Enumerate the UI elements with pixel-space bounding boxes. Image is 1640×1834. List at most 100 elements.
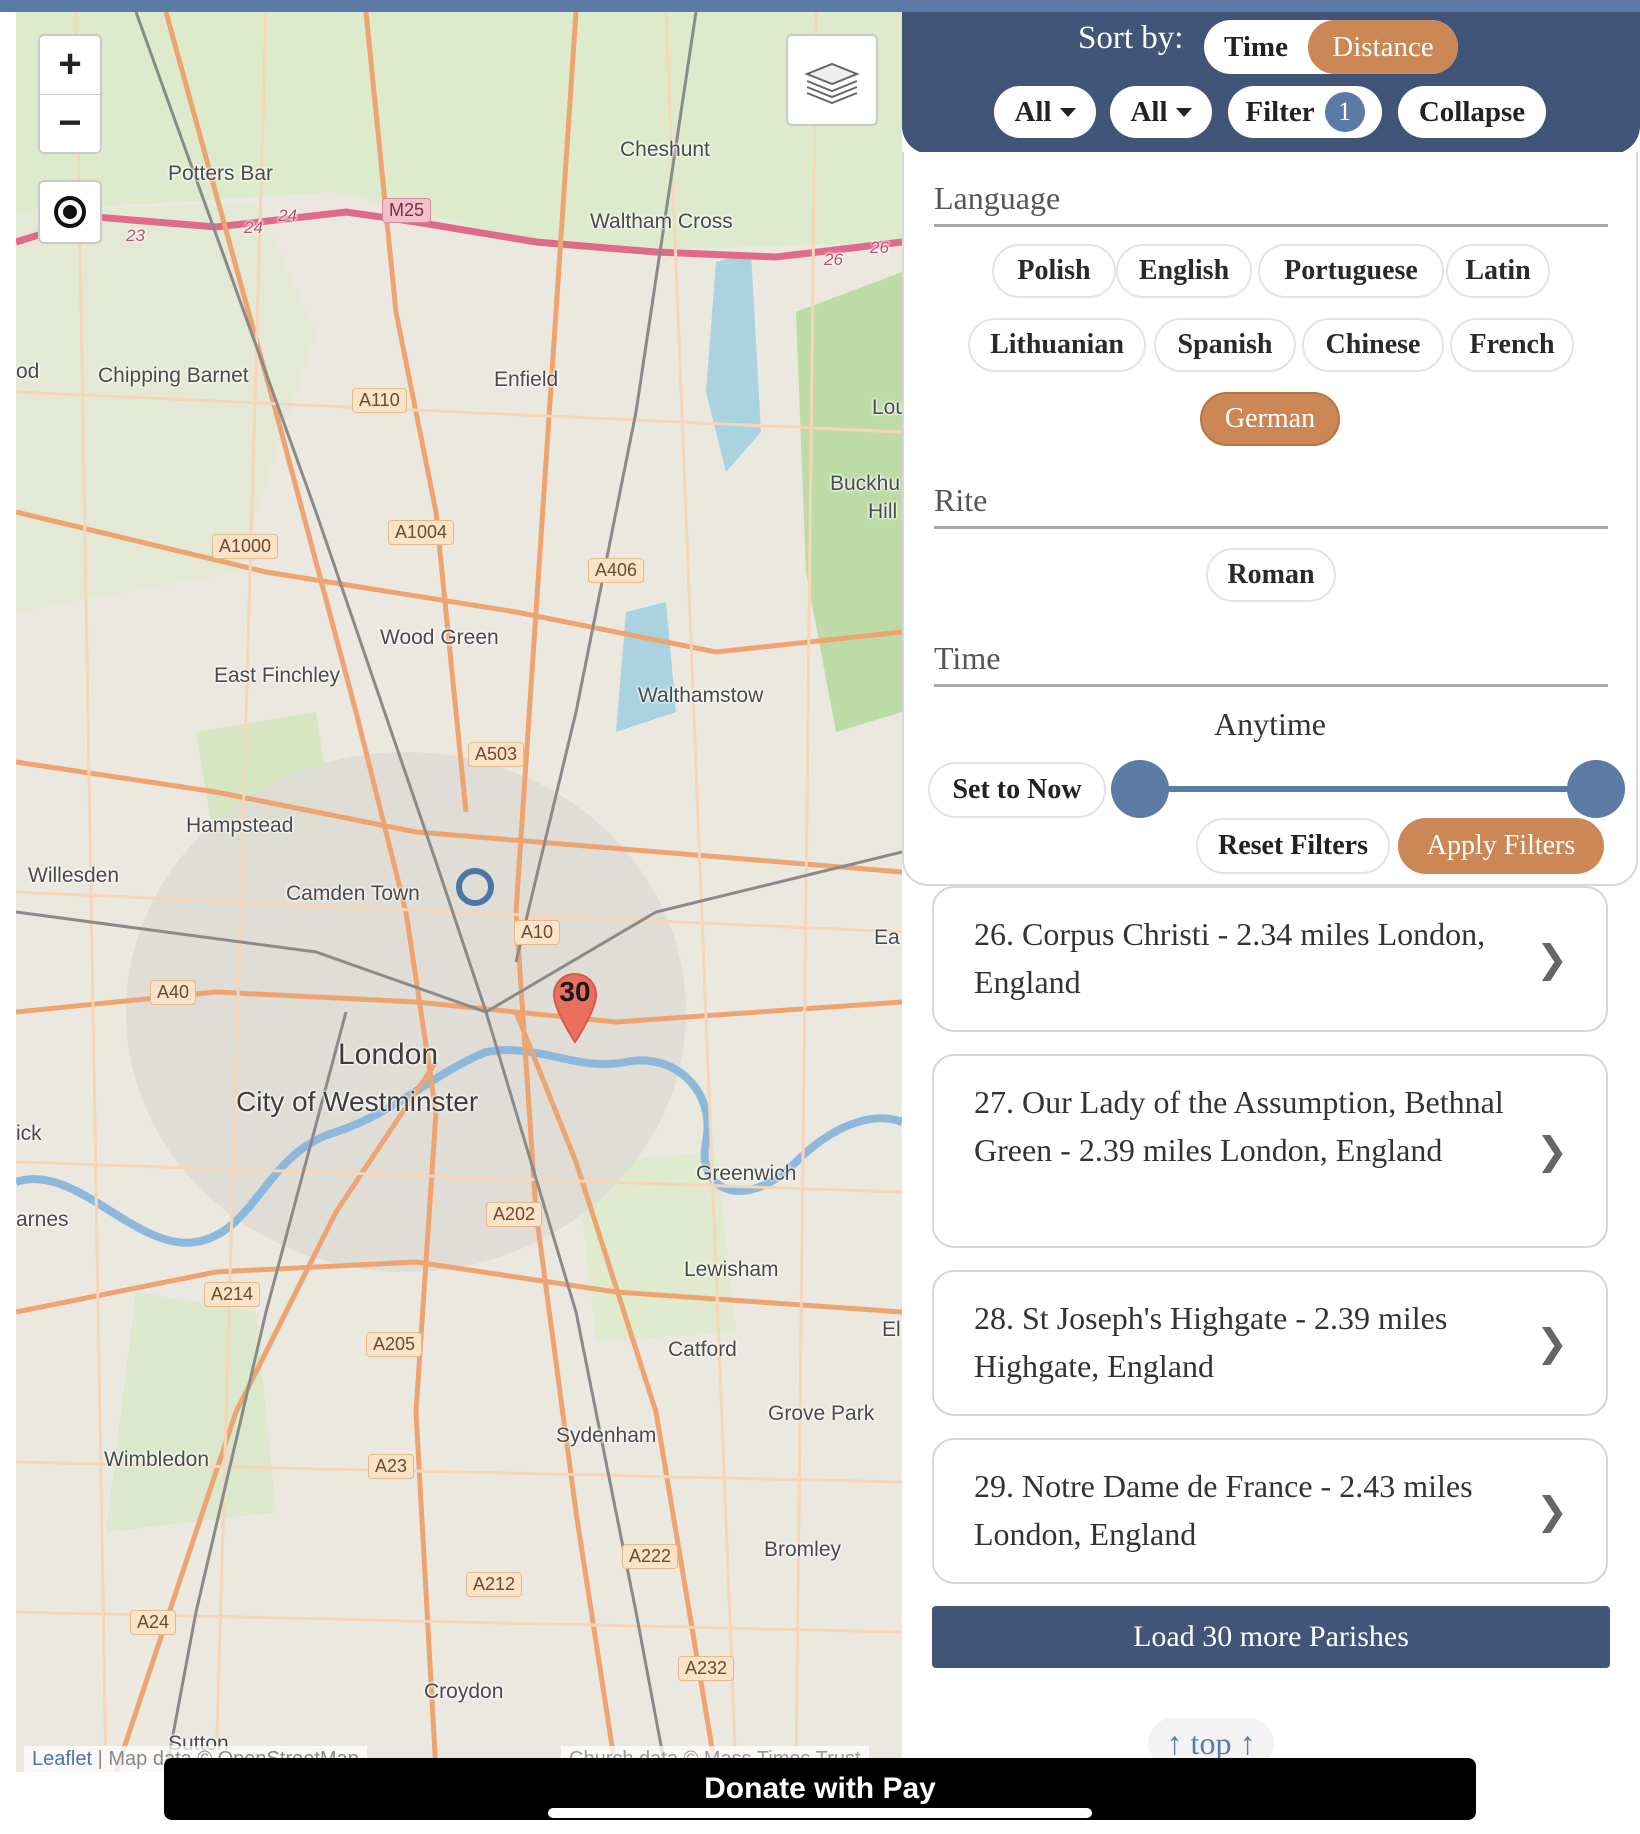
- language-divider: [934, 224, 1608, 227]
- road-shield-a212: A212: [466, 1572, 523, 1597]
- time-section-title: Time: [934, 640, 1001, 676]
- chevron-right-icon: ❯: [1536, 1489, 1568, 1533]
- language-chip-latin[interactable]: Latin: [1446, 244, 1550, 298]
- set-to-now-button[interactable]: Set to Now: [928, 762, 1106, 818]
- map-label-hill: Hill: [868, 500, 898, 523]
- time-slider-end-handle[interactable]: [1567, 760, 1625, 818]
- sort-toggle: Time Distance: [1204, 20, 1458, 74]
- road-shield-a40: A40: [150, 980, 197, 1005]
- map-label-catford: Catford: [668, 1338, 737, 1361]
- map-label-waltham-cross: Waltham Cross: [590, 210, 733, 233]
- type-dropdown[interactable]: All: [1110, 86, 1212, 138]
- map-marker-icon[interactable]: 30: [552, 972, 598, 1044]
- road-shield-a406: A406: [588, 558, 645, 583]
- marker-count: 30: [559, 976, 591, 1007]
- map-label-potters-bar: Potters Bar: [168, 162, 274, 185]
- result-text: 28. St Joseph's Highgate - 2.39 miles Hi…: [974, 1300, 1448, 1384]
- rite-chip-roman[interactable]: Roman: [1206, 548, 1336, 602]
- road-shield-a205: A205: [366, 1332, 423, 1357]
- map-label-willesden: Willesden: [28, 864, 120, 887]
- result-item[interactable]: 27. Our Lady of the Assumption, Bethnal …: [932, 1054, 1608, 1248]
- road-shield-a202: A202: [486, 1202, 543, 1227]
- apply-filters-button[interactable]: Apply Filters: [1398, 818, 1604, 874]
- map-label-lewisham: Lewisham: [684, 1258, 779, 1281]
- leaflet-link[interactable]: Leaflet: [32, 1748, 92, 1770]
- sort-time-button[interactable]: Time: [1204, 20, 1308, 74]
- chevron-down-icon: [1175, 107, 1192, 117]
- result-item[interactable]: 26. Corpus Christi - 2.34 miles London, …: [932, 886, 1608, 1032]
- filter-count-badge: 1: [1324, 92, 1365, 132]
- junction-23: 23: [126, 226, 145, 245]
- top-strip: [0, 0, 1640, 12]
- map-label-buckhurst: Buckhu: [830, 472, 901, 495]
- chevron-right-icon: ❯: [1536, 1321, 1568, 1365]
- sort-distance-button[interactable]: Distance: [1308, 20, 1458, 74]
- time-slider-start-handle[interactable]: [1111, 760, 1169, 818]
- junction-26a: 26: [824, 250, 843, 269]
- result-text: 29. Notre Dame de France - 2.43 miles Lo…: [974, 1468, 1473, 1552]
- language-section-title: Language: [934, 180, 1061, 216]
- day-dropdown[interactable]: All: [994, 86, 1096, 138]
- zoom-out-button[interactable]: −: [40, 94, 100, 152]
- result-item[interactable]: 29. Notre Dame de France - 2.43 miles Lo…: [932, 1438, 1608, 1584]
- language-chip-polish[interactable]: Polish: [992, 244, 1116, 298]
- map-label-enfield: Enfield: [494, 368, 559, 391]
- layers-icon: [804, 62, 860, 105]
- language-chip-portuguese[interactable]: Portuguese: [1258, 244, 1444, 298]
- map-label-el: El: [882, 1318, 901, 1341]
- rite-section-title: Rite: [934, 482, 988, 518]
- language-chip-lithuanian[interactable]: Lithuanian: [968, 318, 1146, 372]
- current-location-icon: [456, 868, 494, 906]
- junction-26b: 26: [870, 238, 889, 257]
- home-indicator: [548, 1808, 1092, 1818]
- map-label-greenwich: Greenwich: [696, 1162, 797, 1185]
- map-label-grove-park: Grove Park: [768, 1402, 875, 1425]
- junction-24b: 24: [278, 206, 297, 225]
- road-shield-a214: A214: [204, 1282, 261, 1307]
- collapse-button[interactable]: Collapse: [1398, 86, 1546, 138]
- map-label-chipping-barnet: Chipping Barnet: [98, 364, 249, 387]
- map-label-westminster: City of Westminster: [236, 1086, 479, 1117]
- map-label-bromley: Bromley: [764, 1538, 842, 1561]
- chevron-right-icon: ❯: [1536, 1129, 1568, 1173]
- locate-button[interactable]: [38, 180, 102, 244]
- sort-label: Sort by:: [1078, 20, 1184, 56]
- filter-button[interactable]: Filter 1: [1228, 86, 1382, 138]
- map-label-wimbledon: Wimbledon: [104, 1448, 210, 1471]
- map-label-lou: Lou: [872, 396, 902, 419]
- road-shield-a232: A232: [678, 1656, 735, 1681]
- result-text: 27. Our Lady of the Assumption, Bethnal …: [974, 1084, 1504, 1168]
- language-chip-german[interactable]: German: [1200, 392, 1340, 446]
- reset-filters-button[interactable]: Reset Filters: [1196, 818, 1390, 874]
- time-range-value: Anytime: [1214, 706, 1326, 742]
- map-label-arnes: arnes: [16, 1208, 69, 1231]
- map-label-od: od: [16, 360, 40, 383]
- type-dropdown-label: All: [1130, 95, 1168, 128]
- zoom-in-button[interactable]: +: [40, 36, 100, 94]
- map-label-walthamstow: Walthamstow: [638, 684, 764, 707]
- language-chip-english[interactable]: English: [1116, 244, 1252, 298]
- chevron-down-icon: [1059, 107, 1076, 117]
- map-label-ick: ick: [16, 1122, 42, 1145]
- language-chip-spanish[interactable]: Spanish: [1154, 318, 1296, 372]
- day-dropdown-label: All: [1014, 95, 1052, 128]
- locate-icon: [54, 196, 86, 228]
- layers-button[interactable]: [786, 34, 878, 126]
- map-label-london: London: [338, 1038, 439, 1071]
- language-chip-french[interactable]: French: [1450, 318, 1574, 372]
- map-label-sydenham: Sydenham: [556, 1424, 657, 1447]
- road-shield-a503: A503: [468, 742, 525, 767]
- language-chip-chinese[interactable]: Chinese: [1302, 318, 1444, 372]
- road-shield-a1004: A1004: [388, 520, 455, 545]
- junction-24a: 24: [244, 218, 263, 237]
- time-slider-track[interactable]: [1140, 786, 1596, 792]
- map-label-wood-green: Wood Green: [380, 626, 499, 649]
- road-shield-a110: A110: [352, 388, 407, 413]
- chevron-right-icon: ❯: [1536, 937, 1568, 981]
- load-more-button[interactable]: Load 30 more Parishes: [932, 1606, 1610, 1668]
- map[interactable]: Potters Bar Cheshunt Waltham Cross Chipp…: [16, 12, 902, 1772]
- result-item[interactable]: 28. St Joseph's Highgate - 2.39 miles Hi…: [932, 1270, 1608, 1416]
- road-shield-m25: M25: [382, 198, 432, 223]
- map-label-camden-town: Camden Town: [286, 882, 420, 905]
- time-divider: [934, 684, 1608, 687]
